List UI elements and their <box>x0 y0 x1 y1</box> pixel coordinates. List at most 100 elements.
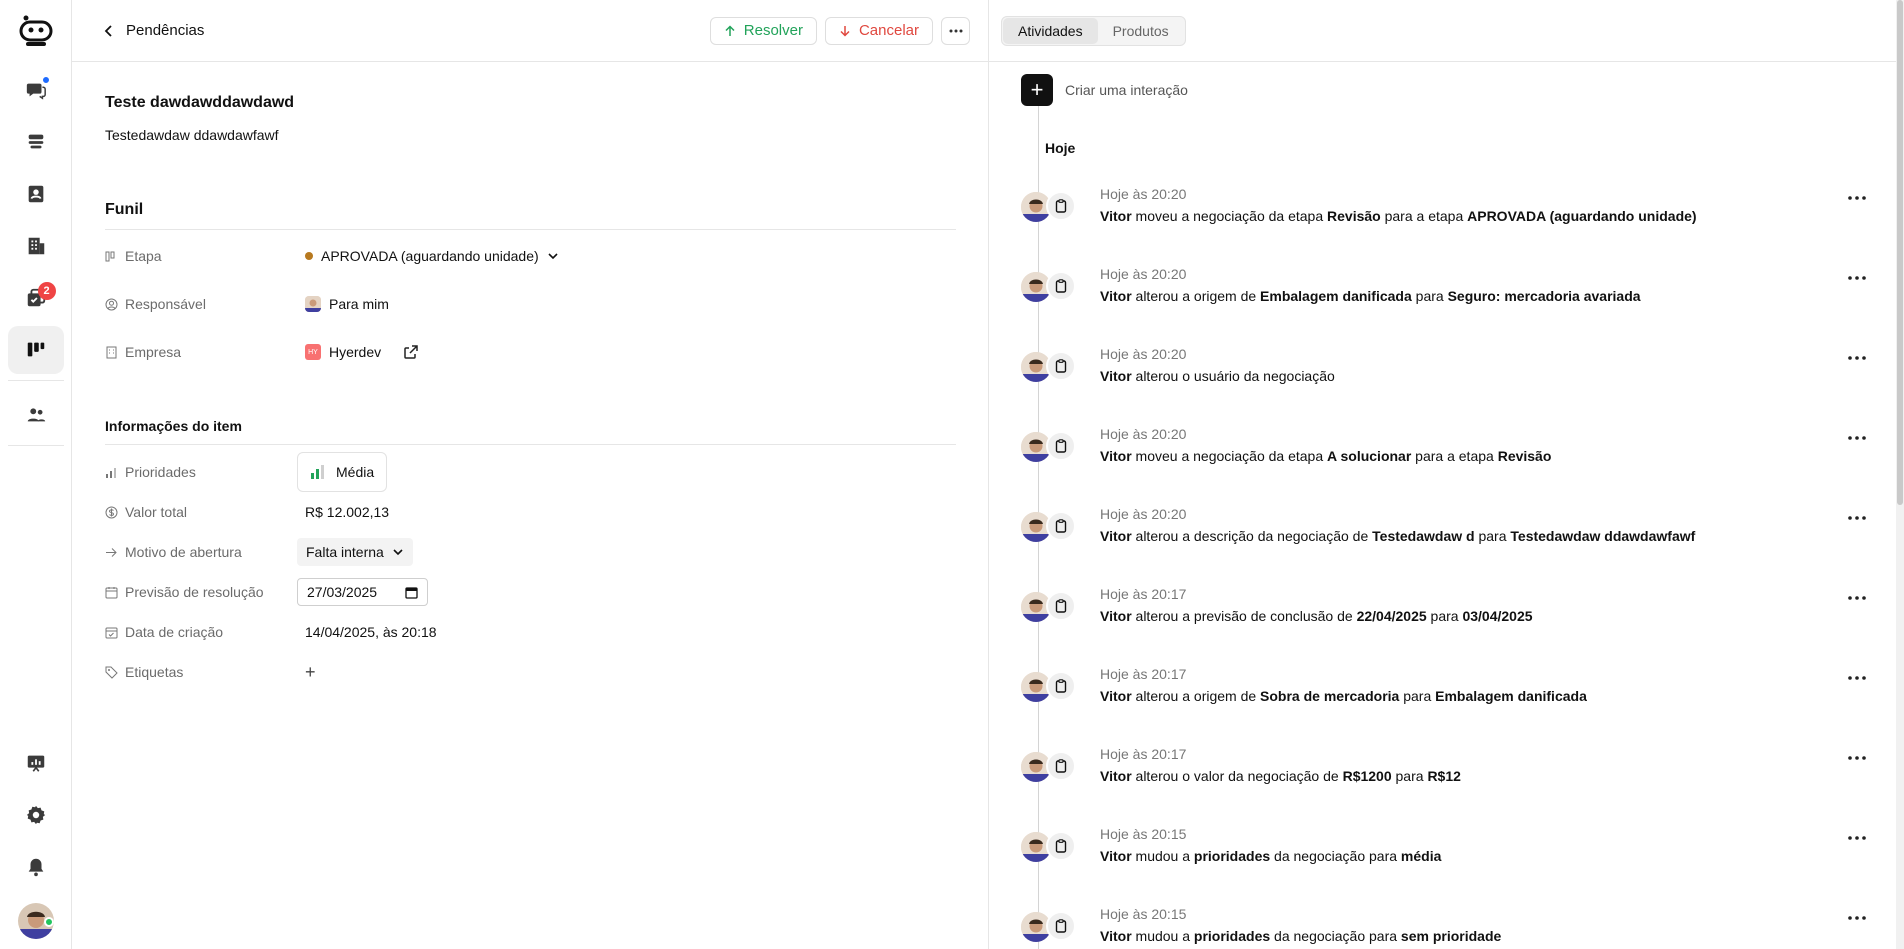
nav-team[interactable] <box>8 391 64 439</box>
more-options-button[interactable] <box>941 16 970 45</box>
inbox-icon <box>28 134 43 149</box>
reason-select[interactable]: Falta interna <box>297 538 413 566</box>
activity-text: alterou a origem de <box>1131 688 1261 704</box>
ellipsis-icon <box>949 29 962 32</box>
clipboard-icon <box>1046 591 1076 621</box>
priority-medium-icon <box>311 465 324 479</box>
activity-options-button[interactable] <box>1848 344 1866 365</box>
tags-label-text: Etiquetas <box>125 664 184 680</box>
stage-selector[interactable]: APROVADA (aguardando unidade) <box>297 248 559 264</box>
deal-title[interactable]: Teste dawdawddawdawd <box>105 94 956 112</box>
tab-produtos[interactable]: Produtos <box>1098 18 1184 44</box>
activity-options-button[interactable] <box>1848 184 1866 205</box>
deal-detail-pane: Pendências Resolver Cancelar Teste dawda… <box>72 0 989 949</box>
nav-inbox[interactable] <box>8 118 64 166</box>
rail-divider <box>7 445 64 446</box>
calendar-picker-icon[interactable] <box>405 586 418 599</box>
activity-time: Hoje às 20:17 <box>1100 666 1187 682</box>
activity-highlight: Revisão <box>1497 448 1552 464</box>
calendar-check-icon <box>105 627 118 638</box>
external-link-icon[interactable] <box>403 344 419 360</box>
activity-highlight: prioridades <box>1193 848 1271 864</box>
reason-row: Motivo de abertura Falta interna <box>105 532 956 572</box>
activity-item: Hoje às 20:20 Vitor alterou a descrição d… <box>1021 506 1886 566</box>
cancel-button[interactable]: Cancelar <box>824 16 933 45</box>
tag-icon <box>105 666 118 679</box>
activity-options-button[interactable] <box>1848 664 1866 685</box>
nav-pipelines[interactable] <box>7 326 64 374</box>
tab-atividades[interactable]: Atividades <box>1003 17 1098 44</box>
nav-companies[interactable] <box>8 222 64 270</box>
stage-icon <box>105 251 115 261</box>
nav-tasks[interactable]: 2 <box>8 274 64 322</box>
toolbar-actions: Resolver Cancelar <box>709 16 970 45</box>
activity-text: da negociação para <box>1270 928 1401 944</box>
priority-selector[interactable]: Média <box>297 452 388 492</box>
scrollbar[interactable] <box>1896 0 1904 949</box>
activity-text: para a etapa <box>1411 448 1498 464</box>
nav-contacts[interactable] <box>8 170 64 218</box>
clipboard-icon <box>1046 751 1076 781</box>
deal-description[interactable]: Testedawdaw ddawdawfawf <box>105 127 956 143</box>
activity-message: Vitor alterou a previsão de conclusão de… <box>1100 608 1533 624</box>
activity-options-button[interactable] <box>1848 504 1866 525</box>
arrow-up-icon <box>725 24 735 36</box>
activity-text: mudou a <box>1131 848 1194 864</box>
activity-highlight: sem prioridade <box>1400 928 1502 944</box>
create-interaction-label: Criar uma interação <box>1065 82 1188 98</box>
contacts-icon <box>28 185 43 203</box>
clipboard-icon <box>1046 911 1076 941</box>
nav-settings[interactable] <box>8 791 64 839</box>
owner-selector[interactable]: Para mim <box>297 296 389 312</box>
activity-options-button[interactable] <box>1848 584 1866 605</box>
activity-options-button[interactable] <box>1848 904 1866 925</box>
activity-message: Vitor moveu a negociação da etapa A solu… <box>1100 448 1551 464</box>
activity-message: Vitor mudou a prioridades da negociação … <box>1100 928 1501 944</box>
activity-item: Hoje às 20:17 Vitor alterou o valor da ne… <box>1021 746 1886 806</box>
day-group-label: Hoje <box>1045 140 1076 156</box>
activity-item: Hoje às 20:20 Vitor moveu a negociação da… <box>1021 426 1886 486</box>
chevron-down-icon <box>393 549 403 556</box>
activity-text: para <box>1411 288 1448 304</box>
activity-time: Hoje às 20:20 <box>1100 506 1187 522</box>
create-interaction-button[interactable]: + Criar uma interação <box>1021 74 1188 106</box>
item-info-heading: Informações do item <box>105 418 956 445</box>
resolve-button[interactable]: Resolver <box>709 16 817 45</box>
activity-options-button[interactable] <box>1848 824 1866 845</box>
tasks-badge: 2 <box>37 282 56 300</box>
detail-toolbar: Pendências Resolver Cancelar <box>72 0 988 62</box>
activity-options-button[interactable] <box>1848 264 1866 285</box>
owner-avatar <box>305 296 321 312</box>
back-button[interactable]: Pendências <box>102 22 204 39</box>
app-logo[interactable] <box>18 14 54 50</box>
stage-value: APROVADA (aguardando unidade) <box>321 248 539 264</box>
activity-options-button[interactable] <box>1848 424 1866 445</box>
clipboard-icon <box>1046 191 1076 221</box>
scrollbar-thumb[interactable] <box>1897 0 1903 505</box>
clipboard-icon <box>1046 831 1076 861</box>
forecast-date-input[interactable]: 27/03/2025 <box>297 578 429 606</box>
building-icon <box>28 237 44 255</box>
activity-highlight: R$1200 <box>1342 768 1392 784</box>
activity-time: Hoje às 20:20 <box>1100 186 1187 202</box>
activity-time: Hoje às 20:17 <box>1100 586 1187 602</box>
signal-icon <box>106 467 116 478</box>
activity-text: da negociação para <box>1270 848 1401 864</box>
add-tag-button[interactable]: + <box>297 662 316 683</box>
reason-label-text: Motivo de abertura <box>125 544 242 560</box>
created-label: Data de criação <box>105 624 297 640</box>
company-value[interactable]: Hyerdev <box>329 344 381 360</box>
nav-chats[interactable] <box>8 66 64 114</box>
dollar-circle-icon <box>105 506 118 518</box>
user-circle-icon <box>105 298 118 310</box>
owner-label: Responsável <box>105 296 297 312</box>
nav-reports[interactable] <box>8 739 64 787</box>
activity-highlight: Vitor <box>1100 608 1132 624</box>
rail-bottom <box>0 735 72 939</box>
presentation-icon <box>27 755 45 772</box>
activity-item: Hoje às 20:17 Vitor alterou a previsão de… <box>1021 586 1886 646</box>
owner-value: Para mim <box>329 296 389 312</box>
activity-time: Hoje às 20:20 <box>1100 346 1187 362</box>
nav-notifications[interactable] <box>8 843 64 891</box>
activity-options-button[interactable] <box>1848 744 1866 765</box>
